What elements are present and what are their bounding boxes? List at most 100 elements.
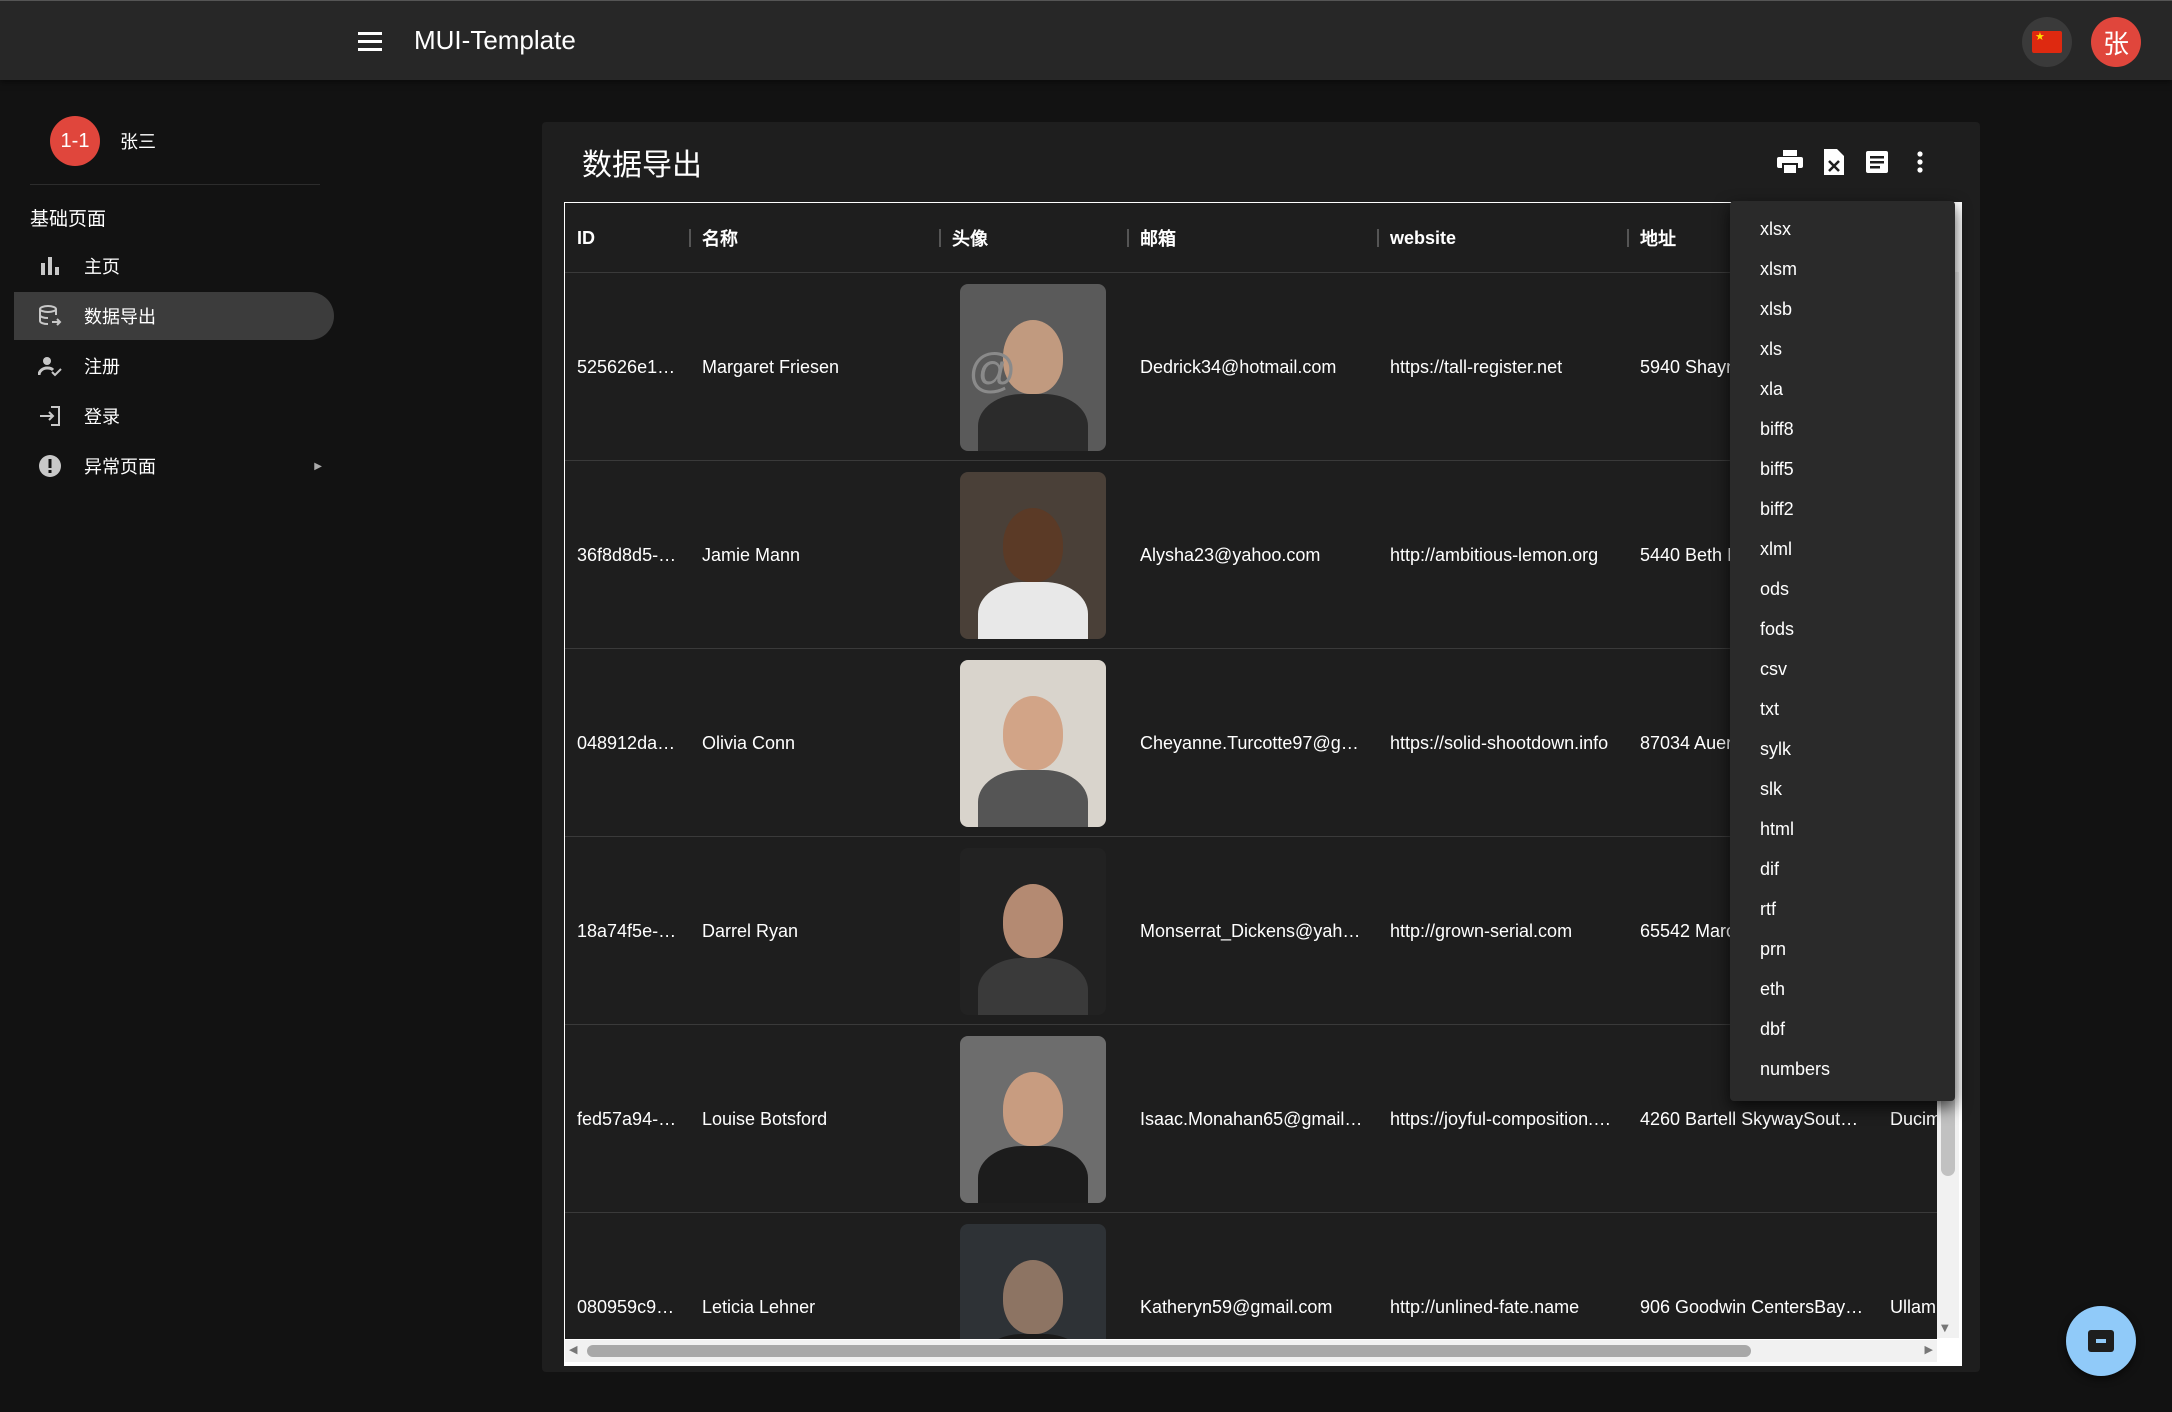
menu-item-xlsm[interactable]: xlsm [1730,249,1955,289]
cell-website: https://solid-shootdown.info [1390,733,1609,753]
table-row[interactable]: 080959c9… Leticia Lehner Katheryn59@gmai… [565,1214,1937,1339]
login-icon [36,402,64,430]
sidebar-section-title: 基础页面 [30,209,107,230]
person-check-icon [36,352,64,380]
cell-email: Katheryn59@gmail.com [1140,1297,1333,1317]
menu-item-ods[interactable]: ods [1730,569,1955,609]
menu-item-biff2[interactable]: biff2 [1730,489,1955,529]
cell-id: 18a74f5e-… [577,921,677,941]
sidebar-user[interactable]: 1-1 张三 [50,116,156,166]
user-avatar[interactable]: 张 [2091,17,2141,67]
column-separator[interactable] [939,229,941,247]
language-button[interactable] [2022,17,2072,67]
avatar-photo [960,660,1106,827]
column-header-avatar[interactable]: 头像 [952,203,988,273]
menu-item-rtf[interactable]: rtf [1730,889,1955,929]
print-button[interactable] [1770,142,1810,182]
cell-id: 36f8d8d5-… [577,545,677,565]
print-icon [1777,150,1803,175]
menu-item-sylk[interactable]: sylk [1730,729,1955,769]
error-icon [36,452,64,480]
menu-item-numbers[interactable]: numbers [1730,1049,1955,1089]
menu-item-xls[interactable]: xls [1730,329,1955,369]
cell-email: Alysha23@yahoo.com [1140,545,1321,565]
cell-name: Olivia Conn [702,733,796,753]
cell-website: https://joyful-composition.… [1390,1109,1612,1129]
cell-website: http://grown-serial.com [1390,921,1573,941]
archive-icon [2088,1330,2114,1352]
cell-email: Isaac.Monahan65@gmail… [1140,1109,1363,1129]
cell-extra: Ullam [1890,1297,1937,1317]
menu-item-slk[interactable]: slk [1730,769,1955,809]
menu-item-biff8[interactable]: biff8 [1730,409,1955,449]
floating-action-button[interactable] [2066,1306,2136,1376]
sidebar-item-label: 数据导出 [84,307,156,327]
column-header-address[interactable]: 地址 [1640,203,1676,273]
avatar-photo [960,848,1106,1015]
chevron-right-icon: ▶ [314,460,322,472]
sidebar-item-login[interactable]: 登录 [14,392,334,440]
menu-item-txt[interactable]: txt [1730,689,1955,729]
column-separator[interactable] [689,229,691,247]
column-header-id[interactable]: ID [577,203,595,273]
sidebar: 1-1 张三 基础页面 主页 数据导出 注册 登录 异常页面 ▶ [0,80,340,1412]
cell-name: Leticia Lehner [702,1297,816,1317]
sidebar-item-home[interactable]: 主页 [14,242,334,290]
sidebar-item-label: 注册 [84,357,120,377]
database-export-icon [36,302,64,330]
menu-item-fods[interactable]: fods [1730,609,1955,649]
scrollbar-thumb[interactable] [587,1345,1751,1357]
menu-item-prn[interactable]: prn [1730,929,1955,969]
cell-address: 906 Goodwin CentersBay… [1640,1297,1864,1317]
more-options-button[interactable] [1900,142,1940,182]
page-title: 数据导出 [582,149,702,182]
export-excel-button[interactable] [1814,142,1854,182]
menu-item-csv[interactable]: csv [1730,649,1955,689]
more-vert-icon [1917,151,1923,173]
menu-item-biff5[interactable]: biff5 [1730,449,1955,489]
menu-icon[interactable] [350,23,390,59]
cell-website: http://unlined-fate.name [1390,1297,1580,1317]
avatar-photo: @ [960,284,1106,451]
sidebar-item-data-export[interactable]: 数据导出 [14,292,334,340]
export-format-menu: xlsx xlsm xlsb xls xla biff8 biff5 biff2… [1730,201,1955,1101]
horizontal-scrollbar[interactable]: ◀ ▶ [565,1340,1937,1362]
cell-website: http://ambitious-lemon.org [1390,545,1599,565]
divider [30,184,320,185]
cell-website: https://tall-register.net [1390,357,1563,377]
menu-item-dbf[interactable]: dbf [1730,1009,1955,1049]
menu-item-html[interactable]: html [1730,809,1955,849]
menu-item-dif[interactable]: dif [1730,849,1955,889]
sidebar-item-label: 登录 [84,407,120,427]
app-title: MUI-Template [414,25,576,55]
column-separator[interactable] [1127,229,1129,247]
column-header-name[interactable]: 名称 [702,203,738,273]
cell-id: 525626e1… [577,357,676,377]
scroll-left-icon[interactable]: ◀ [569,1343,577,1356]
sidebar-item-register[interactable]: 注册 [14,342,334,390]
cell-email: Monserrat_Dickens@yah… [1140,921,1361,941]
scroll-down-icon[interactable]: ▼ [1941,1323,1949,1334]
cell-email: Cheyanne.Turcotte97@g… [1140,733,1359,753]
menu-item-xlsb[interactable]: xlsb [1730,289,1955,329]
bar-chart-icon [36,252,64,280]
sidebar-item-label: 主页 [84,257,120,277]
cell-name: Darrel Ryan [702,921,799,941]
menu-item-xlsx[interactable]: xlsx [1730,209,1955,249]
app-bar: MUI-Template 张 [0,0,2172,80]
column-separator[interactable] [1627,229,1629,247]
sidebar-item-label: 异常页面 [84,457,156,477]
export-document-button[interactable] [1857,142,1897,182]
menu-item-xlml[interactable]: xlml [1730,529,1955,569]
menu-item-xla[interactable]: xla [1730,369,1955,409]
cell-id: fed57a94-… [577,1109,677,1129]
column-header-website[interactable]: website [1390,203,1456,273]
column-header-email[interactable]: 邮箱 [1140,203,1176,273]
cell-email: Dedrick34@hotmail.com [1140,357,1337,377]
sidebar-item-error-pages[interactable]: 异常页面 ▶ [14,442,334,490]
column-separator[interactable] [1377,229,1379,247]
cell-id: 080959c9… [577,1297,675,1317]
scroll-right-icon[interactable]: ▶ [1925,1343,1933,1356]
avatar-photo [960,1036,1106,1203]
menu-item-eth[interactable]: eth [1730,969,1955,1009]
